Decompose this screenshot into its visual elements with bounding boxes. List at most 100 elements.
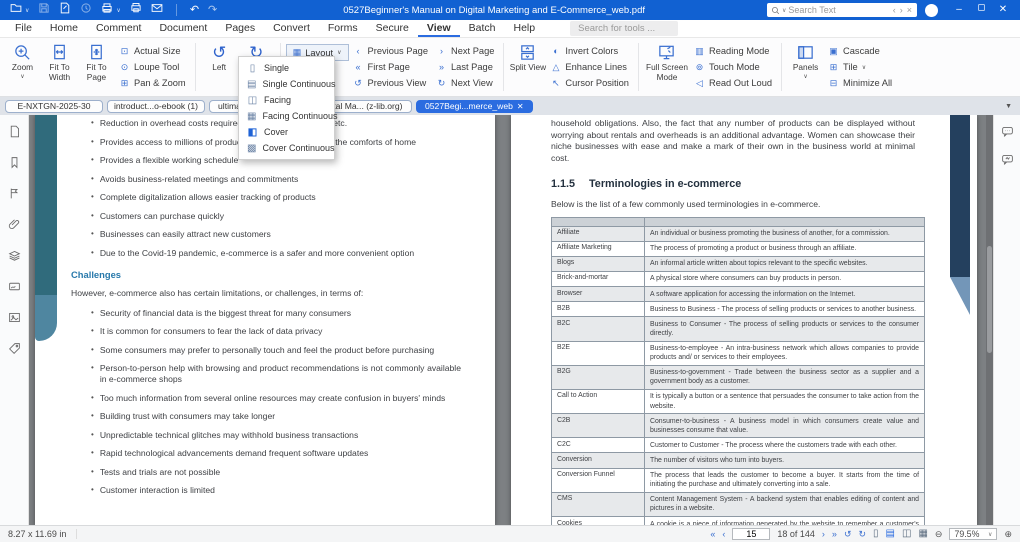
pdf-page-right[interactable]: household obligations. Also, the fact th… — [511, 115, 977, 525]
account-avatar[interactable] — [925, 3, 938, 17]
menu-item[interactable]: View — [417, 20, 460, 37]
annotations-icon[interactable] — [8, 187, 21, 205]
tools-search-input[interactable]: Search for tools ... — [570, 21, 679, 36]
facing-view-icon[interactable]: ◫ — [902, 529, 911, 539]
ocr-icon[interactable] — [80, 1, 92, 19]
ribbon-small-button[interactable]: › Next Page — [436, 44, 494, 58]
menu-item[interactable]: Comment — [87, 20, 151, 37]
menu-item[interactable]: File — [6, 20, 41, 37]
menu-item[interactable]: Secure — [367, 20, 418, 37]
ribbon-small-button[interactable]: « First Page — [353, 60, 428, 74]
tool-icon: ↖ — [552, 77, 560, 88]
email-icon[interactable] — [151, 1, 163, 19]
layout-menu-item[interactable]: ▩ Cover Continuous — [239, 140, 335, 156]
ribbon-small-button[interactable]: △ Enhance Lines — [550, 60, 629, 74]
print-caret-icon[interactable]: ∨ — [116, 7, 120, 14]
menu-item[interactable]: Help — [505, 20, 545, 37]
ribbon-small-button[interactable]: » Last Page — [436, 60, 494, 74]
last-page-icon[interactable]: » — [832, 529, 837, 539]
layout-menu-item[interactable]: ▤ Single Continuous — [239, 76, 336, 92]
quick-print-icon[interactable] — [130, 1, 142, 19]
page-thumbnails-icon[interactable] — [8, 125, 21, 143]
minimize-button[interactable]: – — [948, 0, 970, 20]
menu-item[interactable]: Convert — [264, 20, 319, 37]
document-view[interactable]: • Reduction in overhead costs required fo… — [29, 115, 993, 525]
tags-icon[interactable] — [8, 342, 21, 360]
single-page-view-icon[interactable]: ▯ — [873, 529, 879, 539]
search-close-icon[interactable]: × — [906, 5, 913, 15]
menu-item[interactable]: Batch — [460, 20, 505, 37]
panels-button[interactable]: Panels ∨ — [787, 40, 824, 94]
zoom-button[interactable]: Zoom ∨ — [4, 40, 41, 94]
next-view-icon[interactable]: ↻ — [858, 529, 866, 540]
ribbon-small-button[interactable]: ▥ Reading Mode — [694, 44, 772, 58]
ribbon-small-button[interactable]: ⊟ Minimize All ∨ — [828, 76, 892, 90]
feedback-icon[interactable] — [1001, 153, 1014, 171]
menu-item[interactable]: Home — [41, 20, 87, 37]
bookmarks-icon[interactable] — [8, 156, 21, 174]
first-page-icon[interactable]: « — [710, 529, 715, 539]
scrollbar-thumb[interactable] — [987, 246, 992, 353]
ribbon-small-button[interactable]: ↖ Cursor Position — [550, 76, 629, 90]
facing-continuous-view-icon[interactable]: ▦ — [918, 529, 927, 539]
signature-icon[interactable] — [8, 280, 21, 298]
document-tab[interactable]: E-NXTGN-2025-30 ✕ — [5, 99, 103, 113]
maximize-button[interactable] — [970, 0, 992, 20]
save-as-icon[interactable] — [59, 1, 71, 19]
search-text-box[interactable]: ∨ ‹ › × — [767, 3, 917, 17]
images-icon[interactable] — [8, 311, 21, 329]
next-page-icon[interactable]: › — [822, 529, 825, 539]
ribbon-small-button[interactable]: ◐ Invert Colors — [550, 44, 629, 58]
fit-to-width-button[interactable]: Fit To Width — [41, 40, 78, 94]
search-next-icon[interactable]: › — [899, 5, 904, 15]
redo-icon[interactable]: ↷ — [208, 4, 217, 16]
continuous-view-icon[interactable]: ▤ — [886, 529, 895, 539]
layout-menu-item[interactable]: ▯ Single — [239, 60, 334, 76]
ribbon-small-button[interactable]: ⊡ Actual Size — [119, 44, 186, 58]
ribbon-small-button[interactable]: ⊚ Touch Mode — [694, 60, 772, 74]
document-tab[interactable]: 0527Begi...merce_web ✕ — [416, 99, 533, 113]
ribbon-small-button[interactable]: ‹ Previous Page — [353, 44, 428, 58]
open-caret-icon[interactable]: ∨ — [25, 7, 29, 14]
close-tab-icon[interactable]: ✕ — [517, 102, 524, 111]
zoom-out-icon[interactable]: ⊖ — [935, 529, 943, 540]
search-options-chevron-icon[interactable]: ∨ — [782, 7, 786, 14]
ribbon-small-button[interactable]: ⊞ Pan & Zoom — [119, 76, 186, 90]
close-button[interactable]: ✕ — [992, 0, 1014, 20]
ribbon-small-button[interactable]: ▣ Cascade ∨ — [828, 44, 892, 58]
ribbon-small-button[interactable]: ↻ Next View — [436, 76, 494, 90]
save-icon[interactable] — [38, 1, 50, 19]
ribbon-small-button[interactable]: ⊞ Tile ∨ — [828, 60, 892, 74]
layout-menu-item[interactable]: ▦ Facing Continuous — [239, 108, 338, 124]
zoom-level-select[interactable]: 79.5% ∨ — [949, 528, 998, 540]
ribbon-small-button[interactable]: ⊙ Loupe Tool — [119, 60, 186, 74]
layout-menu-item[interactable]: ◧ Cover — [239, 124, 334, 140]
layout-menu-item[interactable]: ◫ Facing — [239, 92, 334, 108]
menu-item[interactable]: Forms — [319, 20, 367, 37]
menu-item[interactable]: Document — [150, 20, 216, 37]
full-screen-mode-button[interactable]: Full Screen Mode — [644, 40, 690, 94]
tab-list-chevron-icon[interactable]: ▼ — [1002, 103, 1015, 110]
previous-page-icon[interactable]: ‹ — [722, 529, 725, 539]
document-tab[interactable]: introduct...o-ebook (1) ✕ — [107, 99, 205, 113]
undo-icon[interactable]: ↶ — [190, 4, 199, 16]
ribbon-small-button[interactable]: ◁ Read Out Loud — [694, 76, 772, 90]
zoom-in-icon[interactable]: ⊕ — [1004, 529, 1012, 540]
search-text-input[interactable] — [788, 5, 890, 15]
previous-view-icon[interactable]: ↺ — [844, 529, 852, 540]
definition-cell: It is typically a button or a sentence t… — [650, 393, 919, 410]
open-file-icon[interactable] — [10, 1, 22, 19]
comments-icon[interactable] — [1001, 125, 1014, 143]
print-icon[interactable] — [101, 1, 113, 19]
search-prev-icon[interactable]: ‹ — [892, 5, 897, 15]
attachments-icon[interactable] — [8, 218, 21, 236]
fit-to-page-button[interactable]: Fit To Page — [78, 40, 115, 94]
layers-icon[interactable] — [8, 249, 21, 267]
ribbon-small-button[interactable]: ↺ Previous View — [353, 76, 428, 90]
pdf-page-left[interactable]: • Reduction in overhead costs required fo… — [35, 115, 495, 525]
page-number-input[interactable] — [732, 528, 771, 540]
rotate-left-button[interactable]: ↺ Left — [201, 40, 238, 94]
menu-item[interactable]: Pages — [216, 20, 264, 37]
vertical-scrollbar[interactable] — [986, 115, 993, 525]
split-view-button[interactable]: Split View — [509, 40, 546, 94]
